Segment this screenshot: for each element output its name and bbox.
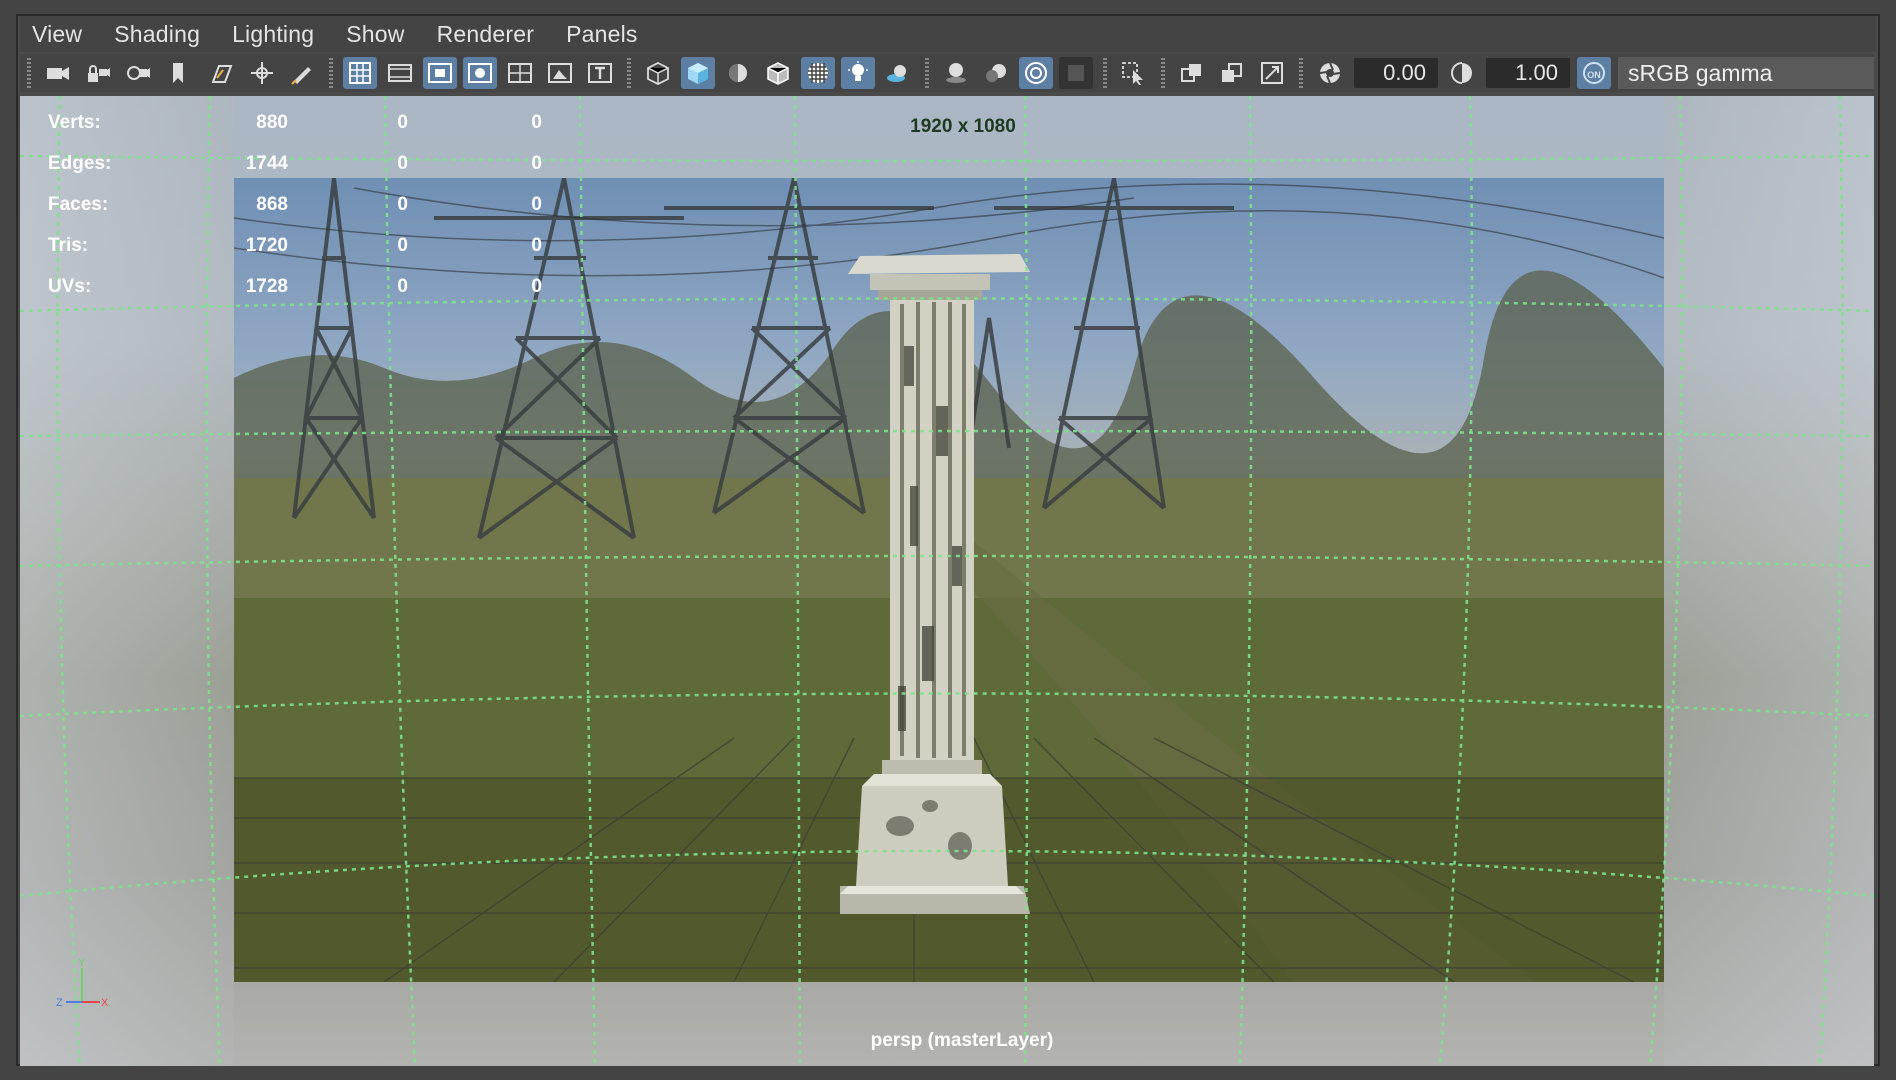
gamma-field[interactable]: 1.00 [1486, 58, 1570, 88]
hud-value: 868 [256, 194, 288, 215]
hud-row-uvs: UVs: 1728 0 0 [48, 266, 542, 307]
use-lights-icon[interactable] [841, 57, 875, 89]
image-plane-icon[interactable] [205, 57, 239, 89]
hud-value: 1728 [245, 276, 288, 297]
hud-value: 1744 [245, 153, 288, 174]
axis-y-label: Y [78, 957, 86, 969]
smooth-shade-icon[interactable] [681, 57, 715, 89]
antialiasing-icon[interactable] [1019, 57, 1053, 89]
hud-label: Tris: [48, 235, 89, 256]
maya-viewport-panel: View Shading Lighting Show Renderer Pane… [0, 0, 1896, 1080]
grease-pencil-icon[interactable] [285, 57, 319, 89]
grid-icon[interactable] [343, 57, 377, 89]
hud-row-faces: Faces: 868 0 0 [48, 184, 542, 225]
xray-active-icon[interactable] [1255, 57, 1289, 89]
hud-value: 0 [397, 235, 408, 256]
axis-z-label: Z [56, 997, 63, 1009]
hud-value: 1720 [245, 235, 288, 256]
wireframe-icon[interactable] [641, 57, 675, 89]
safe-action-icon[interactable] [543, 57, 577, 89]
hud-label: Edges: [48, 153, 112, 174]
menu-shading[interactable]: Shading [114, 21, 200, 48]
shadows-icon[interactable] [881, 57, 915, 89]
screen-space-ao-icon[interactable] [939, 57, 973, 89]
hud-value: 0 [397, 153, 408, 174]
toolbar-separator [329, 58, 333, 88]
menu-renderer[interactable]: Renderer [437, 21, 535, 48]
default-material-icon[interactable] [721, 57, 755, 89]
textured-icon[interactable] [801, 57, 835, 89]
gamma-icon[interactable] [1445, 57, 1479, 89]
xray-icon[interactable] [1175, 57, 1209, 89]
camera-name-label: persp (masterLayer) [870, 1030, 1054, 1051]
bookmark-icon[interactable] [161, 57, 195, 89]
menu-panels[interactable]: Panels [566, 21, 638, 48]
hud-value: 0 [397, 194, 408, 215]
exposure-field[interactable]: 0.00 [1354, 58, 1438, 88]
color-space-dropdown[interactable]: sRGB gamma [1618, 57, 1874, 89]
color-management-toggle-label: ON [1583, 62, 1605, 84]
color-management-icon[interactable]: ON [1577, 57, 1611, 89]
wireframe-on-shaded-icon[interactable] [761, 57, 795, 89]
3d-viewport[interactable]: Verts: 880 0 0 Edges: 1744 0 0 Faces: 86… [20, 96, 1874, 1066]
hud-value: 0 [531, 276, 542, 297]
hud-value: 0 [531, 194, 542, 215]
panel-toolbar: 0.00 1.00 ON sRGB gamma [20, 54, 1874, 92]
view-axis-icon: Y Z X [56, 957, 109, 1009]
toolbar-separator [1161, 58, 1165, 88]
pan-zoom-icon[interactable] [245, 57, 279, 89]
isolate-select-icon[interactable] [1117, 57, 1151, 89]
hud-row-tris: Tris: 1720 0 0 [48, 225, 542, 266]
safe-title-icon[interactable] [583, 57, 617, 89]
toolbar-separator [627, 58, 631, 88]
hud-value: 0 [397, 276, 408, 297]
axis-x-label: X [101, 997, 109, 1009]
film-gate-icon[interactable] [383, 57, 417, 89]
menu-show[interactable]: Show [346, 21, 404, 48]
panel-menubar: View Shading Lighting Show Renderer Pane… [20, 16, 1876, 52]
toolbar-separator [27, 58, 31, 88]
camera-icon[interactable] [41, 57, 75, 89]
menu-view[interactable]: View [32, 21, 82, 48]
motion-blur-icon[interactable] [979, 57, 1013, 89]
depth-of-field-icon[interactable] [1059, 57, 1093, 89]
hud-row-edges: Edges: 1744 0 0 [48, 143, 542, 184]
field-chart-icon[interactable] [503, 57, 537, 89]
camera-attributes-icon[interactable] [121, 57, 155, 89]
toolbar-separator [1299, 58, 1303, 88]
hud-label: Faces: [48, 194, 109, 215]
toolbar-separator [1103, 58, 1107, 88]
hud-label: UVs: [48, 276, 92, 297]
resolution-gate-icon[interactable] [423, 57, 457, 89]
hud-value: 0 [531, 235, 542, 256]
menu-lighting[interactable]: Lighting [232, 21, 314, 48]
hud-value: 0 [531, 153, 542, 174]
exposure-icon[interactable] [1313, 57, 1347, 89]
lock-camera-icon[interactable] [81, 57, 115, 89]
resolution-label: 1920 x 1080 [910, 116, 1016, 137]
toolbar-separator [925, 58, 929, 88]
xray-joints-icon[interactable] [1215, 57, 1249, 89]
gate-mask-icon[interactable] [463, 57, 497, 89]
